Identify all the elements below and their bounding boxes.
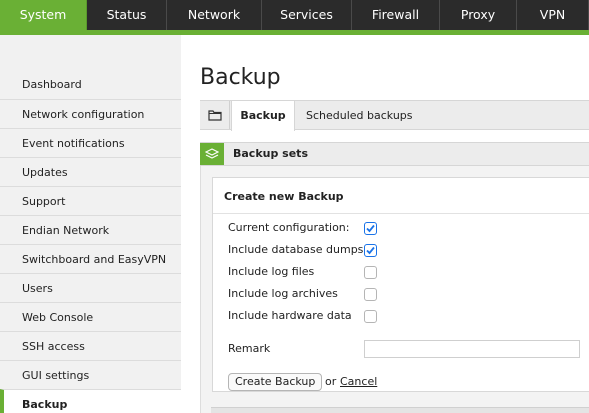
sidebar-item-users[interactable]: Users [0,273,181,302]
folder-icon [200,101,230,129]
option-label-log-files: Include log files [228,265,315,278]
nav-tab-status[interactable]: Status [87,0,167,30]
page-title: Backup [200,65,281,90]
top-navigation: System Status Network Services Firewall … [0,0,589,30]
checkmark-icon [366,246,375,255]
nav-tab-proxy[interactable]: Proxy [440,0,517,30]
checkmark-icon [366,224,375,233]
sidebar-item-event-notifications[interactable]: Event notifications [0,128,181,157]
sidebar-item-endian-network[interactable]: Endian Network [0,215,181,244]
nav-tab-services[interactable]: Services [262,0,352,30]
nav-tab-system[interactable]: System [0,0,87,30]
remark-label: Remark [228,342,271,355]
form-heading: Create new Backup [224,190,344,203]
create-backup-form: Create new Backup Current configuration:… [212,177,589,392]
checkbox-database-dumps[interactable] [364,244,377,257]
checkbox-log-files[interactable] [364,266,377,279]
backup-sets-panel: Create new Backup Current configuration:… [200,166,589,413]
remark-input[interactable] [364,340,580,358]
sidebar-item-dashboard[interactable]: Dashboard [0,70,181,99]
cancel-link[interactable]: Cancel [340,375,377,388]
sidebar-item-web-console[interactable]: Web Console [0,302,181,331]
tab-scheduled-backups[interactable]: Scheduled backups [306,101,413,129]
section-title: Backup sets [233,147,308,160]
nav-tab-vpn[interactable]: VPN [517,0,589,30]
sidebar-item-support[interactable]: Support [0,186,181,215]
checkbox-hardware-data[interactable] [364,310,377,323]
nav-tab-network[interactable]: Network [167,0,262,30]
sidebar-item-backup[interactable]: Backup [0,389,181,413]
sidebar-item-network-configuration[interactable]: Network configuration [0,99,181,128]
section-header-backup-sets[interactable]: Backup sets [200,142,589,166]
or-text: or [325,375,337,388]
sidebar-item-updates[interactable]: Updates [0,157,181,186]
create-backup-button[interactable]: Create Backup [228,373,323,391]
nav-tab-firewall[interactable]: Firewall [352,0,440,30]
sidebar-item-ssh-access[interactable]: SSH access [0,331,181,360]
checkbox-current-configuration[interactable] [364,222,377,235]
sidebar-item-switchboard[interactable]: Switchboard and EasyVPN [0,244,181,273]
sidebar: Dashboard Network configuration Event no… [0,35,181,413]
checkbox-log-archives[interactable] [364,288,377,301]
content-tabs: Backup Scheduled backups [200,100,589,131]
sidebar-item-gui-settings[interactable]: GUI settings [0,360,181,389]
sidebar-spacer [0,35,181,70]
option-label-current-configuration: Current configuration: [228,221,350,234]
option-label-hardware-data: Include hardware data [228,309,352,322]
form-divider [213,213,589,214]
option-label-database-dumps: Include database dumps [228,243,364,256]
layers-icon [200,143,224,165]
main-content: Backup Backup Scheduled backups Backup s… [181,35,589,413]
table-header-bar [211,407,589,413]
tab-backup[interactable]: Backup [231,100,295,131]
option-label-log-archives: Include log archives [228,287,338,300]
